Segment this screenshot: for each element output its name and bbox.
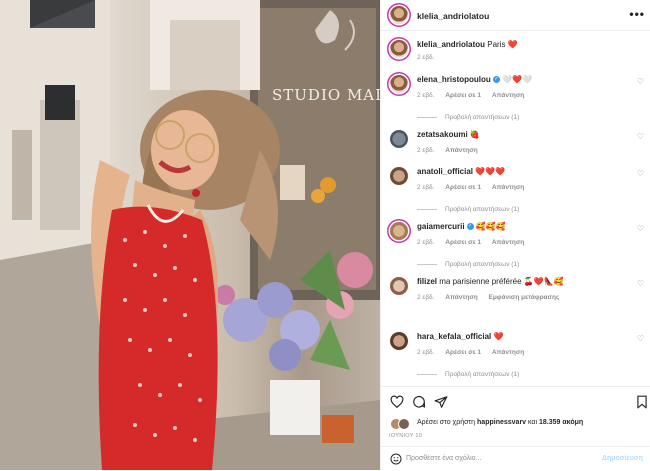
comment-time: 2 εβδ. bbox=[417, 147, 435, 154]
photo-illustration bbox=[0, 0, 380, 470]
view-replies-button[interactable]: Προβολή απαντήσεων (1) bbox=[417, 114, 519, 121]
shop-sign-text: STUDIO MAISON bbox=[272, 86, 380, 104]
comment-like-heart-icon[interactable]: ♡ bbox=[637, 279, 644, 288]
verified-badge-icon: ✓ bbox=[466, 223, 474, 231]
comment-meta: 2 εβδ. Αρέσει σε 1 Απάντηση bbox=[417, 92, 533, 99]
paper-plane-icon[interactable] bbox=[434, 395, 448, 409]
comment-time: 2 εβδ. bbox=[417, 349, 435, 356]
caption-username[interactable]: klelia_andriolatou bbox=[417, 40, 485, 49]
commenter-avatar[interactable] bbox=[390, 130, 408, 148]
commenter-avatar[interactable] bbox=[390, 75, 408, 93]
comment-like-heart-icon[interactable]: ♡ bbox=[637, 169, 644, 178]
liker-avatar[interactable] bbox=[398, 418, 410, 430]
comment-like-heart-icon[interactable]: ♡ bbox=[637, 334, 644, 343]
add-comment-row: Προσθέστε ένα σχόλιο... Δημοσίευση bbox=[381, 446, 650, 471]
see-translation-button[interactable]: Εμφάνιση μετάφρασης bbox=[489, 294, 560, 301]
reply-button[interactable]: Απάντηση bbox=[492, 239, 524, 246]
comment-username[interactable]: filizel bbox=[417, 277, 437, 286]
comment-meta: 2 εβδ. Αρέσει σε 1 Απάντηση bbox=[417, 349, 533, 356]
view-replies-button[interactable]: Προβολή απαντήσεων (1) bbox=[417, 206, 519, 213]
comment-text-line: filizel ma parisienne préférée 🍒❤️👠🥰 bbox=[417, 277, 564, 286]
likes-count[interactable]: 18.359 ακόμη bbox=[539, 419, 583, 426]
reply-button[interactable]: Απάντηση bbox=[445, 294, 477, 301]
comment-username[interactable]: zetatsakoumi bbox=[417, 130, 468, 139]
comment-text-line: zetatsakoumi 🍓 bbox=[417, 130, 480, 139]
comment-text-line: gaiamercurii ✓ 🥰🥰🥰 bbox=[417, 222, 506, 231]
likes-user[interactable]: happinessvarv bbox=[477, 419, 526, 426]
comment-time: 2 εβδ. bbox=[417, 294, 435, 301]
commenter-avatar[interactable] bbox=[390, 167, 408, 185]
comment-likes[interactable]: Αρέσει σε 1 bbox=[445, 349, 481, 356]
comment-meta: 2 εβδ. Αρέσει σε 1 Απάντηση bbox=[417, 184, 533, 191]
more-options-icon[interactable]: ••• bbox=[629, 7, 645, 21]
caption-meta: 2 εβδ. bbox=[417, 54, 443, 61]
comment-text: ma parisienne préférée 🍒❤️👠🥰 bbox=[439, 277, 564, 286]
post-header: klelia_andriolatou ••• bbox=[381, 0, 650, 31]
caption-time: 2 εβδ. bbox=[417, 54, 435, 61]
comments-panel: klelia_andriolatou ••• klelia_andriolato… bbox=[380, 0, 650, 470]
view-replies-button[interactable]: Προβολή απαντήσεων (1) bbox=[417, 371, 519, 378]
comment-like-heart-icon[interactable]: ♡ bbox=[637, 77, 644, 86]
post-date: ΙΟΥΝΙΟΥ 10 bbox=[389, 433, 423, 439]
comment-text: 🍓 bbox=[469, 130, 480, 139]
comment-meta: 2 εβδ. Αρέσει σε 1 Απάντηση bbox=[417, 239, 533, 246]
reply-button[interactable]: Απάντηση bbox=[492, 92, 524, 99]
comment-time: 2 εβδ. bbox=[417, 239, 435, 246]
comment-text: ❤️ bbox=[493, 332, 504, 341]
comment-text: 🥰🥰🥰 bbox=[475, 222, 506, 231]
bookmark-icon[interactable] bbox=[635, 395, 649, 409]
comment-username[interactable]: elena_hristopoulou bbox=[417, 75, 491, 84]
comment-username[interactable]: gaiamercurii bbox=[417, 222, 465, 231]
comment-text: 🤍❤️🤍 bbox=[502, 75, 532, 84]
comment-likes[interactable]: Αρέσει σε 1 bbox=[445, 92, 481, 99]
owner-username[interactable]: klelia_andriolatou bbox=[417, 11, 489, 21]
instagram-post-modal: STUDIO MAISON klelia_andriolatou ••• kle… bbox=[0, 0, 650, 470]
caption-text: Paris ❤️ bbox=[487, 40, 518, 49]
reply-button[interactable]: Απάντηση bbox=[492, 184, 524, 191]
comment-username[interactable]: anatoli_official bbox=[417, 167, 473, 176]
post-photo[interactable]: STUDIO MAISON bbox=[0, 0, 380, 470]
comment-input[interactable]: Προσθέστε ένα σχόλιο... bbox=[406, 455, 481, 462]
post-comment-button[interactable]: Δημοσίευση bbox=[602, 455, 643, 462]
comment-time: 2 εβδ. bbox=[417, 92, 435, 99]
comment-like-heart-icon[interactable]: ♡ bbox=[637, 224, 644, 233]
caption-text-line: klelia_andriolatou Paris ❤️ bbox=[417, 40, 518, 49]
likes-middle: και bbox=[528, 419, 538, 426]
comment-like-heart-icon[interactable]: ♡ bbox=[637, 132, 644, 141]
reply-button[interactable]: Απάντηση bbox=[492, 349, 524, 356]
comment-text-line: anatoli_official ❤️❤️❤️ bbox=[417, 167, 505, 176]
view-replies-button[interactable]: Προβολή απαντήσεων (1) bbox=[417, 261, 519, 268]
comment-likes[interactable]: Αρέσει σε 1 bbox=[445, 184, 481, 191]
commenter-avatar[interactable] bbox=[390, 222, 408, 240]
smiley-icon[interactable] bbox=[390, 453, 402, 465]
comment-text: ❤️❤️❤️ bbox=[475, 167, 506, 176]
heart-icon[interactable] bbox=[390, 395, 404, 409]
commenter-avatar[interactable] bbox=[390, 332, 408, 350]
comment-text-line: hara_kefala_official ❤️ bbox=[417, 332, 503, 341]
commenter-avatar[interactable] bbox=[390, 277, 408, 295]
caption-avatar[interactable] bbox=[390, 40, 408, 58]
comment-username[interactable]: hara_kefala_official bbox=[417, 332, 491, 341]
comment-meta: 2 εβδ. Απάντηση bbox=[417, 147, 487, 154]
likes-summary: Αρέσει στο χρήστη happinessvarv και 18.3… bbox=[417, 419, 583, 426]
comment-text-line: elena_hristopoulou ✓ 🤍❤️🤍 bbox=[417, 75, 532, 84]
verified-badge-icon: ✓ bbox=[492, 76, 500, 84]
comment-meta: 2 εβδ. Απάντηση Εμφάνιση μετάφρασης bbox=[417, 294, 568, 301]
owner-avatar[interactable] bbox=[390, 6, 408, 24]
comment-likes[interactable]: Αρέσει σε 1 bbox=[445, 239, 481, 246]
likes-prefix: Αρέσει στο χρήστη bbox=[417, 419, 476, 426]
comment-icon[interactable] bbox=[412, 395, 426, 409]
comment-time: 2 εβδ. bbox=[417, 184, 435, 191]
reply-button[interactable]: Απάντηση bbox=[445, 147, 477, 154]
